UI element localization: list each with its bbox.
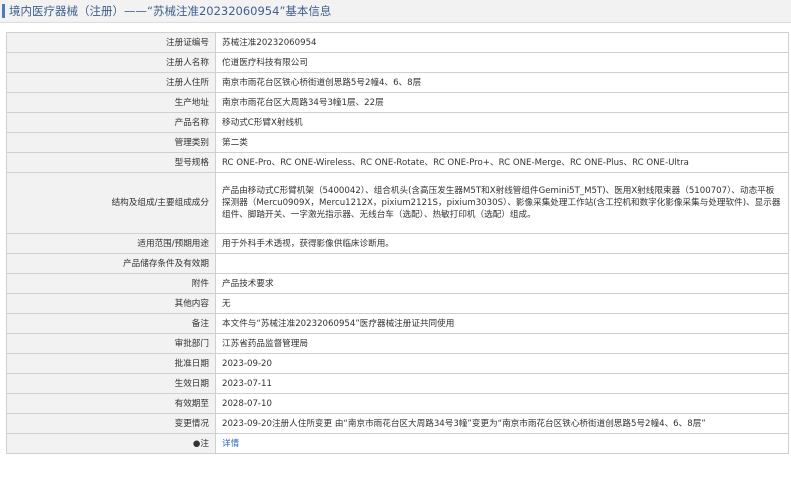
row-value-intended-use: 用于外科手术透视，获得影像供临床诊断用。	[215, 233, 789, 254]
table-row: 审批部门 江苏省药品监督管理局	[6, 333, 789, 354]
table-row: 生产地址 南京市雨花台区大周路34号3幢1层、22层	[6, 92, 789, 113]
row-label-effective-date: 生效日期	[6, 373, 216, 394]
row-value-production-address: 南京市雨花台区大周路34号3幢1层、22层	[215, 92, 789, 113]
table-row: 批准日期 2023-09-20	[6, 353, 789, 374]
row-value-storage	[215, 253, 789, 274]
table-row: 注册人名称 佗道医疗科技有限公司	[6, 52, 789, 73]
table-row: 适用范围/预期用途 用于外科手术透视，获得影像供临床诊断用。	[6, 233, 789, 254]
table-row: 产品名称 移动式C形臂X射线机	[6, 112, 789, 133]
table-row: 有效期至 2028-07-10	[6, 393, 789, 414]
row-value-remark: 本文件与“苏械注准20232060954”医疗器械注册证共同使用	[215, 313, 789, 334]
row-label-model-spec: 型号规格	[6, 152, 216, 173]
row-value-expiry-date: 2028-07-10	[215, 393, 789, 414]
row-value-registrant-address: 南京市雨花台区铁心桥街道创思路5号2幢4、6、8层	[215, 72, 789, 93]
table-row: 注册人住所 南京市雨花台区铁心桥街道创思路5号2幢4、6、8层	[6, 72, 789, 93]
row-value-approval-dept: 江苏省药品监督管理局	[215, 333, 789, 354]
table-row: 产品储存条件及有效期	[6, 253, 789, 274]
row-label-management-category: 管理类别	[6, 132, 216, 153]
row-value-change-history: 2023-09-20注册人住所变更 由“南京市雨花台区大周路34号3幢”变更为“…	[215, 413, 789, 434]
row-label-note: ●注	[6, 433, 216, 454]
page-header: 境内医疗器械（注册）——“苏械注准20232060954”基本信息	[0, 0, 791, 23]
row-label-intended-use: 适用范围/预期用途	[6, 233, 216, 254]
row-label-change-history: 变更情况	[6, 413, 216, 434]
row-label-remark: 备注	[6, 313, 216, 334]
details-link[interactable]: 详情	[222, 439, 239, 449]
table-row: 附件 产品技术要求	[6, 273, 789, 294]
row-label-approval-dept: 审批部门	[6, 333, 216, 354]
row-value-model-spec: RC ONE-Pro、RC ONE-Wireless、RC ONE-Rotate…	[215, 152, 789, 173]
row-label-product-name: 产品名称	[6, 112, 216, 133]
row-value-management-category: 第二类	[215, 132, 789, 153]
row-label-expiry-date: 有效期至	[6, 393, 216, 414]
table-row: 管理类别 第二类	[6, 132, 789, 153]
table-row: 注册证编号 苏械注准20232060954	[6, 32, 789, 53]
row-label-registrant-name: 注册人名称	[6, 52, 216, 73]
details-cell: 详情	[215, 433, 789, 454]
table-row: 其他内容 无	[6, 293, 789, 314]
page-title: 境内医疗器械（注册）——“苏械注准20232060954”基本信息	[9, 4, 332, 18]
row-label-registrant-address: 注册人住所	[6, 72, 216, 93]
row-label-other: 其他内容	[6, 293, 216, 314]
table-row: 备注 本文件与“苏械注准20232060954”医疗器械注册证共同使用	[6, 313, 789, 334]
row-label-reg-number: 注册证编号	[6, 32, 216, 53]
row-label-structure: 结构及组成/主要组成成分	[6, 172, 216, 234]
table-row: 变更情况 2023-09-20注册人住所变更 由“南京市雨花台区大周路34号3幢…	[6, 413, 789, 434]
row-label-production-address: 生产地址	[6, 92, 216, 113]
table-row: 结构及组成/主要组成成分 产品由移动式C形臂机架（5400042）、组合机头(含…	[6, 172, 789, 234]
info-table: 注册证编号 苏械注准20232060954 注册人名称 佗道医疗科技有限公司 注…	[6, 32, 789, 454]
table-row: 生效日期 2023-07-11	[6, 373, 789, 394]
row-value-registrant-name: 佗道医疗科技有限公司	[215, 52, 789, 73]
row-value-product-name: 移动式C形臂X射线机	[215, 112, 789, 133]
row-value-reg-number: 苏械注准20232060954	[215, 32, 789, 53]
row-value-attachment: 产品技术要求	[215, 273, 789, 294]
row-value-structure: 产品由移动式C形臂机架（5400042）、组合机头(含高压发生器M5T和X射线管…	[215, 172, 789, 234]
row-value-approval-date: 2023-09-20	[215, 353, 789, 374]
row-value-effective-date: 2023-07-11	[215, 373, 789, 394]
row-label-storage: 产品储存条件及有效期	[6, 253, 216, 274]
row-label-approval-date: 批准日期	[6, 353, 216, 374]
header-accent-bar	[2, 4, 5, 18]
row-label-attachment: 附件	[6, 273, 216, 294]
row-value-other: 无	[215, 293, 789, 314]
table-row: ●注 详情	[6, 433, 789, 454]
table-row: 型号规格 RC ONE-Pro、RC ONE-Wireless、RC ONE-R…	[6, 152, 789, 173]
